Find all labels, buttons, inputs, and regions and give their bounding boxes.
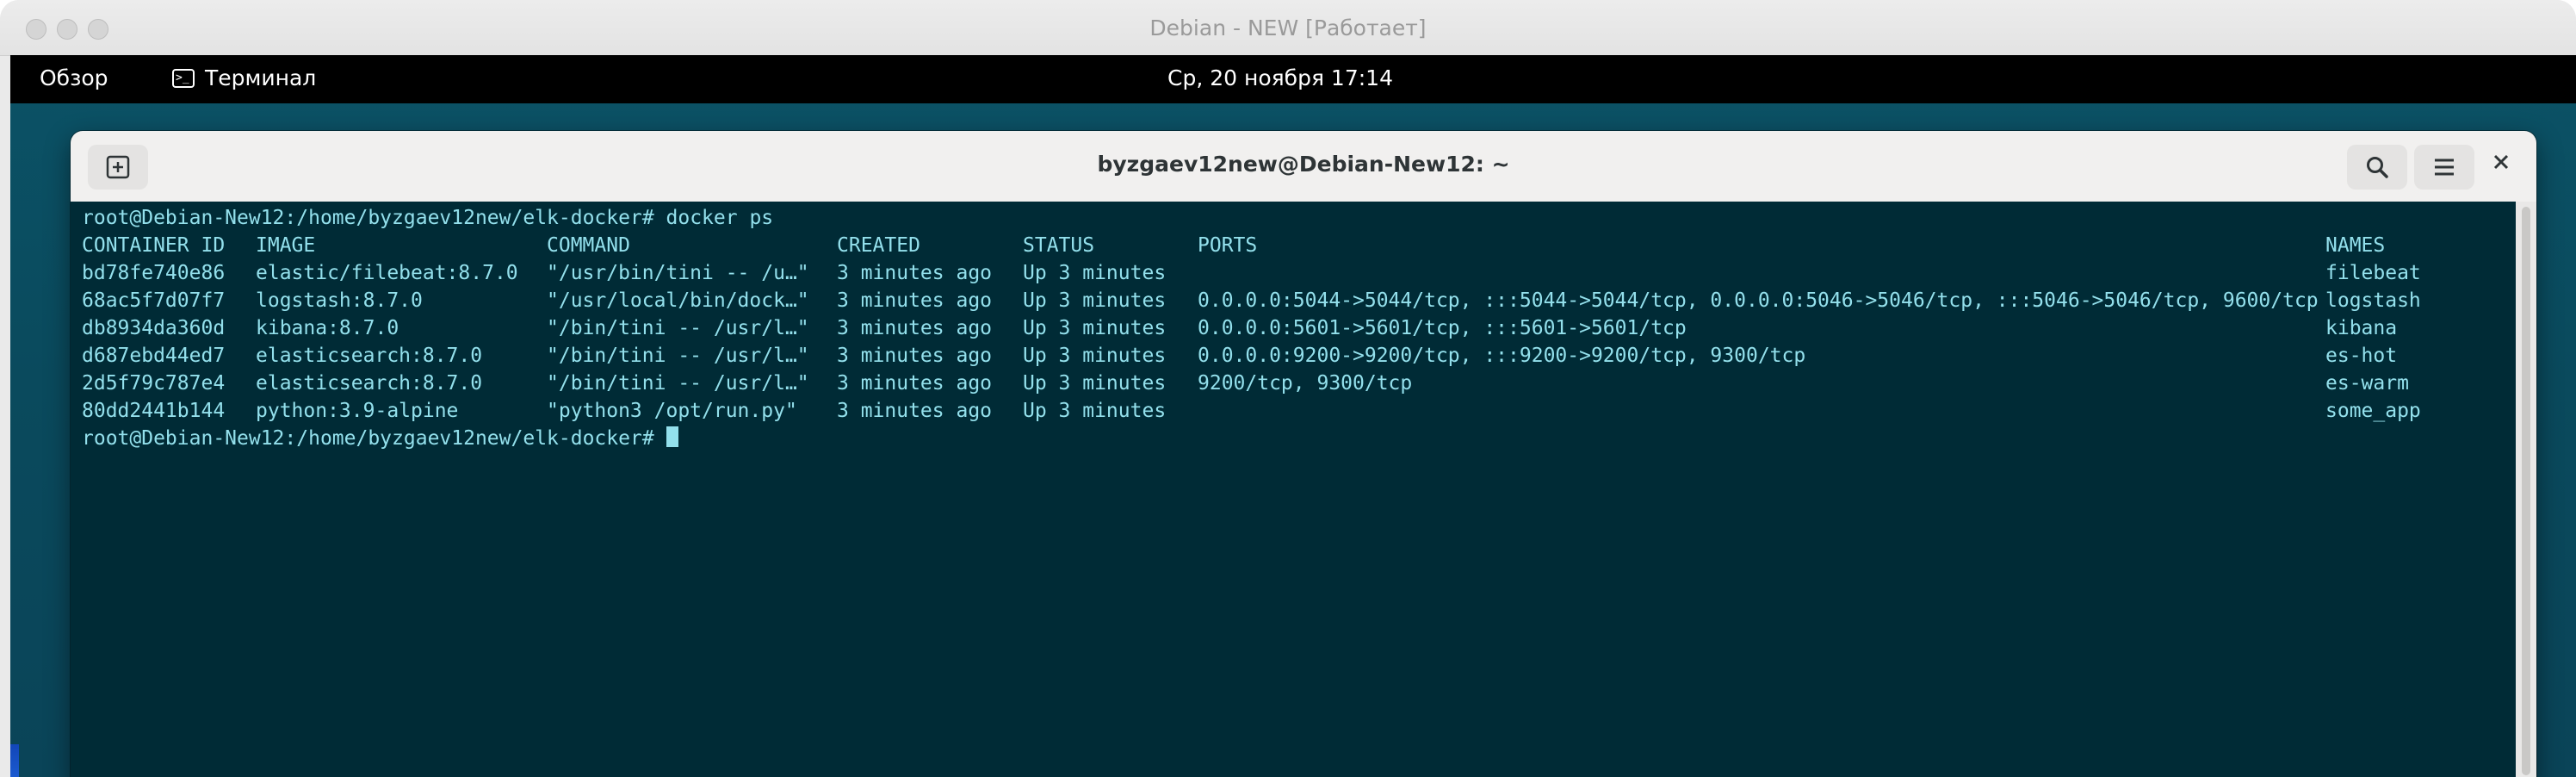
header-created: CREATED <box>837 234 920 257</box>
cell-ports: 0.0.0.0:9200->9200/tcp, :::9200->9200/tc… <box>1198 345 1806 367</box>
hamburger-menu-icon <box>2435 159 2454 176</box>
cell-image: kibana:8.7.0 <box>256 317 399 339</box>
host-titlebar: Debian - NEW [Работает] <box>0 0 2576 56</box>
cell-created: 3 minutes ago <box>837 400 993 422</box>
table-row: bd78fe740e86 elastic/filebeat:8.7.0 "/us… <box>71 259 2421 287</box>
host-window-title: Debian - NEW [Работает] <box>1149 16 1427 40</box>
table-row: db8934da360d kibana:8.7.0 "/bin/tini -- … <box>71 314 2397 342</box>
terminal-scrollbar[interactable] <box>2516 202 2536 777</box>
table-row: d687ebd44ed7 elasticsearch:8.7.0 "/bin/t… <box>71 342 2397 370</box>
search-button[interactable] <box>2347 145 2407 190</box>
terminal-title: byzgaev12new@Debian-New12: ~ <box>1097 152 1510 177</box>
cell-status: Up 3 minutes <box>1023 345 1167 367</box>
cell-ports: 9200/tcp, 9300/tcp <box>1198 372 1413 395</box>
table-row: 80dd2441b144 python:3.9-alpine "python3 … <box>71 397 2421 425</box>
cell-image: python:3.9-alpine <box>256 400 459 422</box>
header-status: STATUS <box>1023 234 1095 257</box>
cell-created: 3 minutes ago <box>837 317 993 339</box>
cell-command: "/bin/tini -- /usr/l…" <box>547 372 809 395</box>
vm-screen: Обзор >_ Терминал Ср, 20 ноября 17:14 by… <box>10 55 2576 777</box>
header-container-id: CONTAINER ID <box>82 234 226 257</box>
prompt-line: root@Debian-New12:/home/byzgaev12new/elk… <box>71 425 678 452</box>
cell-container-id: 80dd2441b144 <box>82 400 226 422</box>
text-cursor <box>666 426 678 447</box>
cell-container-id: 2d5f79c787e4 <box>82 372 226 395</box>
header-image: IMAGE <box>256 234 316 257</box>
cell-ports: 0.0.0.0:5601->5601/tcp, :::5601->5601/tc… <box>1198 317 1687 339</box>
cell-name: logstash <box>2325 289 2421 312</box>
cell-name: filebeat <box>2325 262 2421 284</box>
cell-status: Up 3 minutes <box>1023 262 1167 284</box>
cell-command: "/usr/local/bin/dock…" <box>547 289 809 312</box>
cell-name: es-warm <box>2325 372 2409 395</box>
terminal-window: byzgaev12new@Debian-New12: ~ root@Debian… <box>71 131 2536 777</box>
cell-ports: 0.0.0.0:5044->5044/tcp, :::5044->5044/tc… <box>1198 289 2319 312</box>
command-text: root@Debian-New12:/home/byzgaev12new/elk… <box>82 207 774 229</box>
cell-command: "/usr/bin/tini -- /u…" <box>547 262 809 284</box>
terminal-headerbar: byzgaev12new@Debian-New12: ~ <box>71 131 2536 202</box>
search-icon <box>2367 157 2388 178</box>
header-ports: PORTS <box>1198 234 1258 257</box>
terminal-output[interactable]: root@Debian-New12:/home/byzgaev12new/elk… <box>71 202 2536 777</box>
scrollbar-thumb[interactable] <box>2522 207 2530 775</box>
gnome-top-bar: Обзор >_ Терминал Ср, 20 ноября 17:14 <box>10 55 2576 103</box>
cell-image: logstash:8.7.0 <box>256 289 423 312</box>
menu-button[interactable] <box>2414 145 2474 190</box>
shell-prompt: root@Debian-New12:/home/byzgaev12new/elk… <box>82 425 678 452</box>
header-names: NAMES <box>2325 234 2386 257</box>
cell-command: "/bin/tini -- /usr/l…" <box>547 345 809 367</box>
prompt-text: root@Debian-New12:/home/byzgaev12new/elk… <box>82 427 666 450</box>
cell-status: Up 3 minutes <box>1023 372 1167 395</box>
table-header-row: CONTAINER ID IMAGE COMMAND CREATED STATU… <box>71 232 2385 259</box>
cell-image: elasticsearch:8.7.0 <box>256 372 483 395</box>
host-vm-window: Debian - NEW [Работает] Обзор >_ Термина… <box>0 0 2576 777</box>
cell-name: es-hot <box>2325 345 2398 367</box>
cell-created: 3 minutes ago <box>837 262 993 284</box>
cell-image: elastic/filebeat:8.7.0 <box>256 262 518 284</box>
cell-status: Up 3 minutes <box>1023 400 1167 422</box>
cell-name: kibana <box>2325 317 2398 339</box>
close-icon <box>2493 154 2509 170</box>
desktop-dock-edge <box>10 744 19 777</box>
cell-created: 3 minutes ago <box>837 372 993 395</box>
cell-name: some_app <box>2325 400 2421 422</box>
clock[interactable]: Ср, 20 ноября 17:14 <box>10 65 2576 90</box>
cell-status: Up 3 minutes <box>1023 289 1167 312</box>
cell-command: "/bin/tini -- /usr/l…" <box>547 317 809 339</box>
cell-created: 3 minutes ago <box>837 345 993 367</box>
cell-command: "python3 /opt/run.py" <box>547 400 797 422</box>
cell-status: Up 3 minutes <box>1023 317 1167 339</box>
header-command: COMMAND <box>547 234 630 257</box>
table-row: 68ac5f7d07f7 logstash:8.7.0 "/usr/local/… <box>71 287 2421 314</box>
cell-image: elasticsearch:8.7.0 <box>256 345 483 367</box>
command-line: root@Debian-New12:/home/byzgaev12new/elk… <box>71 204 773 232</box>
close-terminal-button[interactable] <box>2492 148 2511 178</box>
cell-container-id: d687ebd44ed7 <box>82 345 226 367</box>
table-row: 2d5f79c787e4 elasticsearch:8.7.0 "/bin/t… <box>71 370 2409 397</box>
cell-container-id: db8934da360d <box>82 317 226 339</box>
cell-container-id: bd78fe740e86 <box>82 262 226 284</box>
cell-container-id: 68ac5f7d07f7 <box>82 289 226 312</box>
cell-created: 3 minutes ago <box>837 289 993 312</box>
